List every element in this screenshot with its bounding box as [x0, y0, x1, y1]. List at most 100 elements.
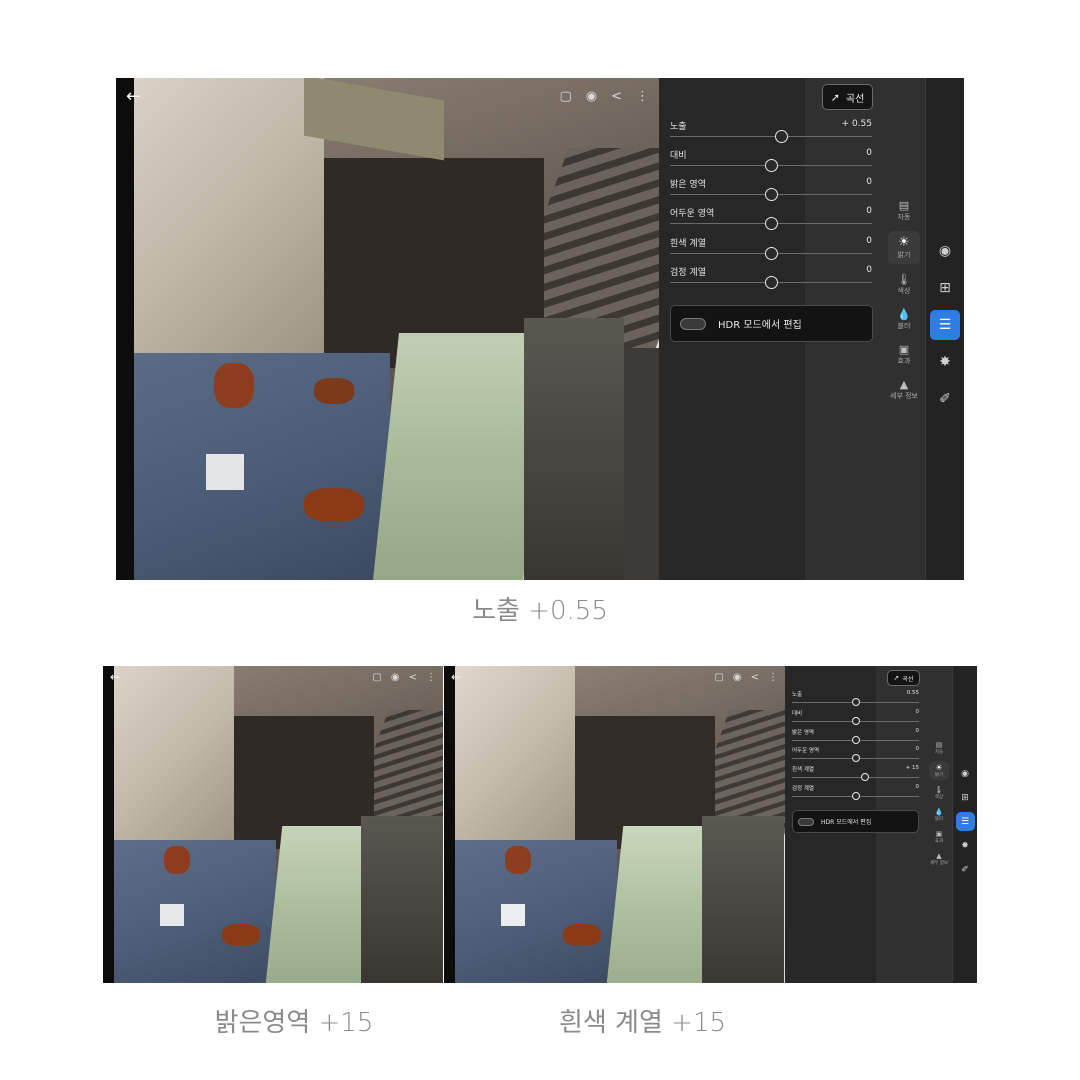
- photo-top-controls: ← ▢ ◉ < ⋮: [116, 86, 659, 107]
- share-icon[interactable]: <: [409, 672, 417, 683]
- slider-highlights[interactable]: 밝은 영역 0: [670, 177, 872, 203]
- compare-icon[interactable]: ▢: [714, 672, 723, 683]
- slider-knob[interactable]: [765, 217, 778, 230]
- filter-icon[interactable]: ◉: [930, 236, 960, 266]
- brightness-icon: ☀: [898, 235, 910, 250]
- slider-knob[interactable]: [775, 130, 788, 143]
- tool-rail: ◉ ⊞ ☰ ✸ ✐: [925, 78, 964, 580]
- slider-value: 0: [915, 746, 920, 752]
- adjust-icon[interactable]: ☰: [955, 812, 975, 831]
- slider-whites[interactable]: 흰색 계열 0: [670, 236, 872, 262]
- slider-contrast[interactable]: 대비 0: [670, 148, 872, 174]
- slider-blacks[interactable]: 검정 계열 0: [670, 265, 872, 291]
- crop-icon[interactable]: ⊞: [930, 273, 960, 303]
- slider-knob[interactable]: [765, 247, 778, 260]
- heal-icon[interactable]: ✐: [930, 384, 960, 414]
- slider-exposure[interactable]: 노출 + 0.55: [670, 119, 872, 145]
- slider-knob[interactable]: [765, 276, 778, 289]
- slider-value: 0: [915, 728, 920, 734]
- curve-icon: ➚: [893, 674, 900, 682]
- slider-knob[interactable]: [765, 159, 778, 172]
- slider-value: + 15: [905, 765, 919, 771]
- slider-knob[interactable]: [852, 717, 860, 725]
- eye-icon[interactable]: ◉: [586, 89, 597, 104]
- hdr-toggle[interactable]: [680, 317, 706, 330]
- subnav-detail[interactable]: ▲ 세부 정보: [928, 850, 950, 868]
- slider-contrast[interactable]: 대비 0: [792, 709, 919, 726]
- back-arrow-icon[interactable]: ←: [451, 670, 461, 684]
- detail-icon: ▲: [899, 378, 909, 391]
- hdr-toggle[interactable]: [798, 817, 814, 826]
- adjust-panel: ➚ 곡선 노출 + 0.55 대비 0 밝은 영역 0 어두운 영역 0 흰색 …: [659, 78, 925, 580]
- adjust-subnav: ▤ 자동 ☀ 밝기 🌡 색상 💧 블러 ▣ 효과 ▲ 세부 정보: [928, 739, 950, 868]
- slider-label: 흰색 계열: [670, 239, 706, 249]
- blur-icon: 💧: [897, 308, 911, 321]
- slider-knob[interactable]: [852, 698, 860, 706]
- adjust-icon[interactable]: ☰: [930, 310, 960, 340]
- detail-icon: ▲: [936, 852, 942, 860]
- slider-knob[interactable]: [765, 188, 778, 201]
- eye-icon[interactable]: ◉: [391, 672, 400, 683]
- heal-icon[interactable]: ✐: [956, 860, 975, 879]
- compare-icon[interactable]: ▢: [559, 89, 571, 104]
- compare-icon[interactable]: ▢: [372, 672, 381, 683]
- more-icon[interactable]: ⋮: [426, 672, 436, 683]
- screenshot-whites: ← ▢ ◉ < ⋮ ➚ 곡선 노출 0.55 대비 0 밝은 영역 0 어두운 …: [444, 666, 977, 983]
- retouch-icon[interactable]: ✸: [930, 347, 960, 377]
- slider-label: 검정 계열: [670, 268, 706, 278]
- slider-value: 0: [915, 784, 920, 790]
- slider-label: 노출: [792, 692, 803, 698]
- subnav-blur[interactable]: 💧 블러: [929, 806, 949, 824]
- slider-value: 0: [866, 177, 872, 187]
- hdr-edit-row[interactable]: HDR 모드에서 편집: [792, 810, 919, 833]
- back-arrow-icon[interactable]: ←: [126, 86, 141, 107]
- slider-whites[interactable]: 흰색 계열 + 15: [792, 765, 919, 782]
- brightness-icon: ☀: [935, 763, 943, 772]
- subnav-auto[interactable]: ▤ 자동: [888, 196, 920, 225]
- retouch-icon[interactable]: ✸: [956, 836, 975, 855]
- auto-icon: ▤: [898, 199, 910, 212]
- slider-label: 흰색 계열: [792, 767, 814, 773]
- more-icon[interactable]: ⋮: [636, 89, 649, 104]
- caption-exposure: 노출 +0.55: [472, 596, 608, 626]
- subnav-auto[interactable]: ▤ 자동: [929, 739, 949, 757]
- subnav-effects[interactable]: ▣ 효과: [888, 340, 920, 369]
- slider-shadows[interactable]: 어두운 영역 0: [792, 746, 919, 763]
- blur-icon: 💧: [934, 808, 944, 816]
- subnav-color[interactable]: 🌡 색상: [888, 270, 920, 299]
- slider-value: + 0.55: [841, 119, 872, 129]
- subnav-blur[interactable]: 💧 블러: [888, 305, 920, 334]
- slider-knob[interactable]: [852, 792, 860, 800]
- hdr-edit-row[interactable]: HDR 모드에서 편집: [670, 305, 873, 342]
- share-icon[interactable]: <: [611, 89, 622, 104]
- subnav-detail[interactable]: ▲ 세부 정보: [887, 375, 921, 404]
- slider-knob[interactable]: [852, 754, 860, 762]
- screenshot-highlights: ← ▢ ◉ < ⋮: [103, 666, 443, 983]
- subnav-color[interactable]: 🌡 색상: [929, 784, 949, 802]
- slider-blacks[interactable]: 검정 계열 0: [792, 784, 919, 801]
- curve-button[interactable]: ➚ 곡선: [822, 84, 873, 110]
- eye-icon[interactable]: ◉: [733, 672, 742, 683]
- slider-value: 0: [866, 206, 872, 216]
- crop-icon[interactable]: ⊞: [956, 788, 975, 807]
- color-icon: 🌡: [934, 786, 944, 794]
- share-icon[interactable]: <: [751, 672, 759, 683]
- slider-shadows[interactable]: 어두운 영역 0: [670, 206, 872, 232]
- slider-label: 밝은 영역: [792, 730, 814, 736]
- slider-highlights[interactable]: 밝은 영역 0: [792, 728, 919, 745]
- slider-label: 노출: [670, 122, 687, 132]
- effects-icon: ▣: [935, 830, 943, 838]
- hdr-label: HDR 모드에서 편집: [718, 320, 802, 331]
- more-icon[interactable]: ⋮: [768, 672, 778, 683]
- photo-top-controls: ← ▢ ◉ < ⋮: [444, 670, 785, 684]
- slider-exposure[interactable]: 노출 0.55: [792, 690, 919, 707]
- color-icon: 🌡: [897, 273, 911, 286]
- curve-button[interactable]: ➚ 곡선: [887, 670, 920, 686]
- subnav-brightness[interactable]: ☀ 밝기: [929, 761, 949, 780]
- filter-icon[interactable]: ◉: [956, 764, 975, 783]
- subnav-effects[interactable]: ▣ 효과: [929, 828, 949, 846]
- slider-knob[interactable]: [861, 773, 869, 781]
- back-arrow-icon[interactable]: ←: [110, 670, 120, 684]
- subnav-brightness[interactable]: ☀ 밝기: [888, 231, 920, 264]
- slider-knob[interactable]: [852, 736, 860, 744]
